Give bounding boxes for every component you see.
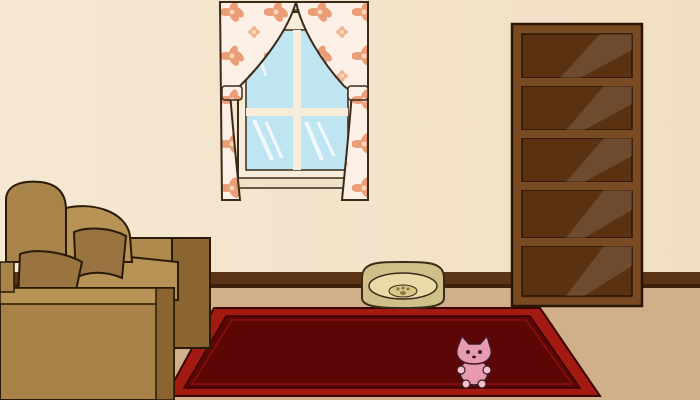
bookcase-icon xyxy=(510,22,644,308)
rug-icon xyxy=(155,307,602,397)
bookcase[interactable] xyxy=(510,22,644,308)
room-canvas xyxy=(0,0,700,400)
rug[interactable] xyxy=(155,307,602,397)
pet-bed-icon xyxy=(361,261,445,310)
pet-bed[interactable] xyxy=(361,261,445,310)
window[interactable] xyxy=(218,0,369,201)
room-scene xyxy=(0,0,700,400)
window-icon xyxy=(218,0,369,201)
